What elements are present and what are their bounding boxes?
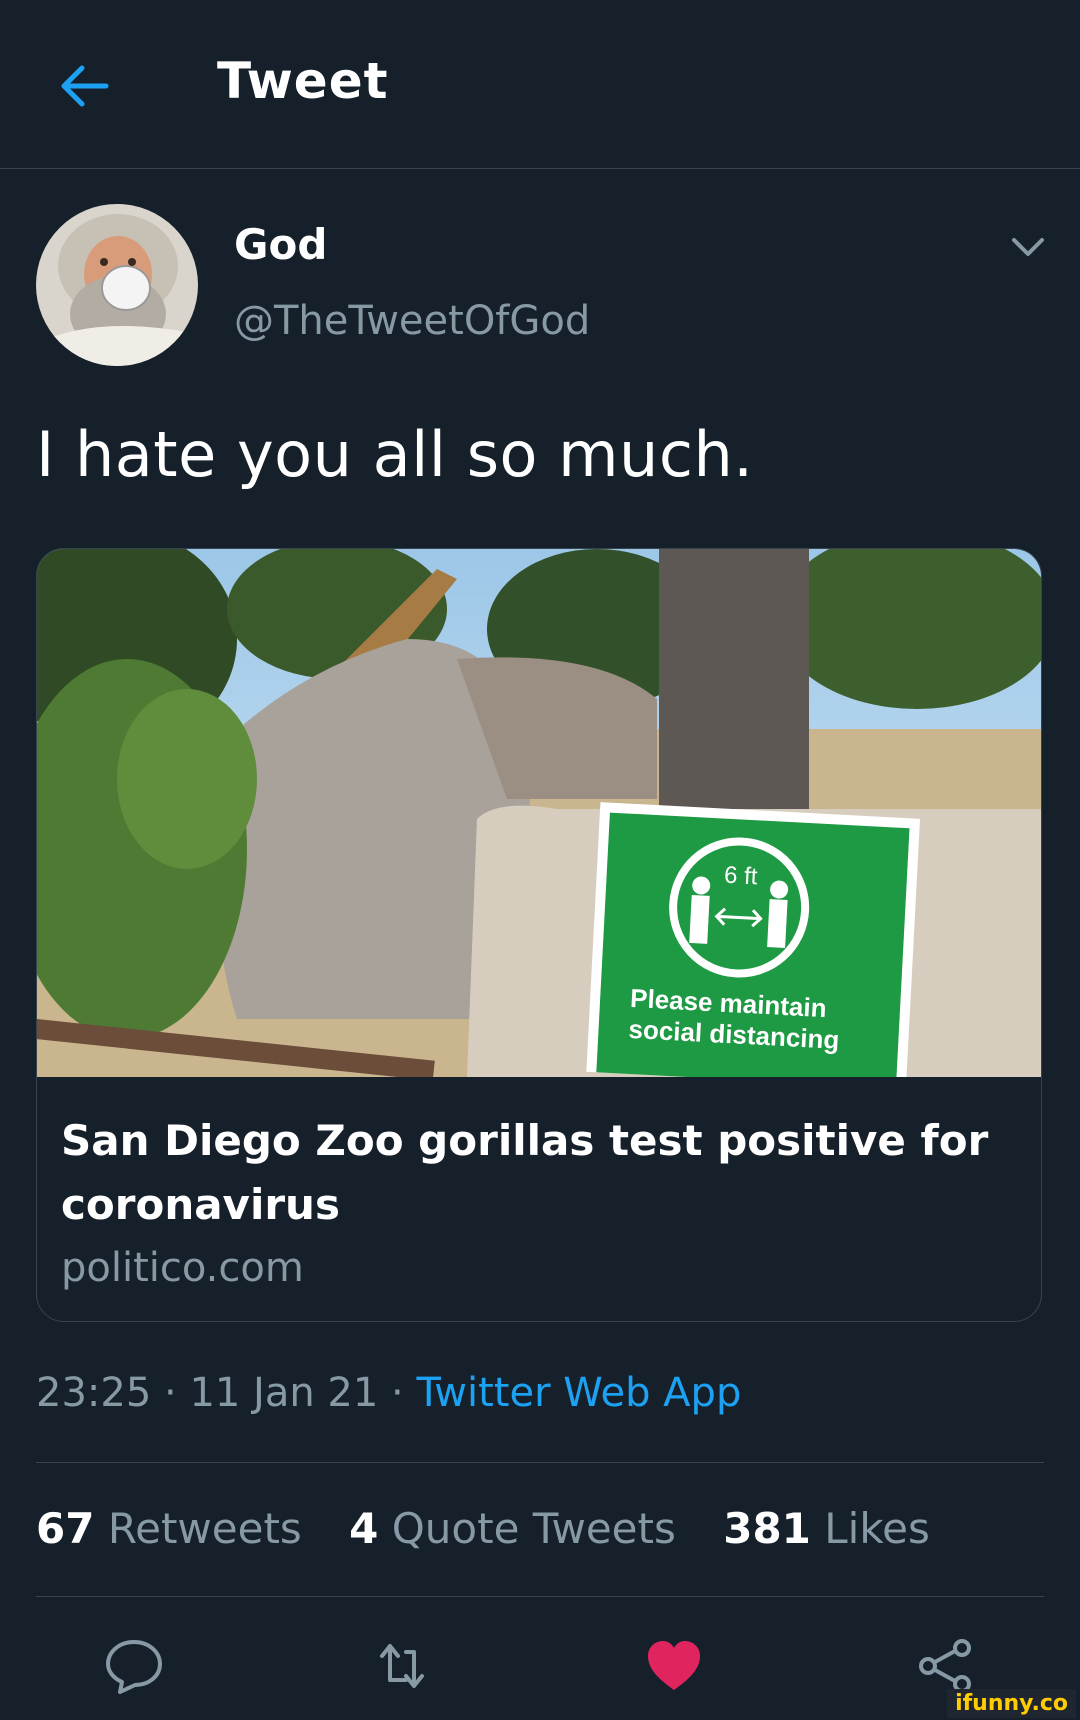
quotes-count: 4 <box>349 1504 379 1553</box>
card-image: 6 ft Please maintain social distancing <box>37 549 1041 1077</box>
meta-separator: · <box>378 1370 417 1416</box>
retweets-count: 67 <box>36 1504 95 1553</box>
tweet-source[interactable]: Twitter Web App <box>416 1370 741 1416</box>
avatar[interactable] <box>36 204 198 366</box>
tweet-meta: 23:25 · 11 Jan 21 · Twitter Web App <box>36 1370 741 1416</box>
divider <box>36 1462 1044 1463</box>
likes-count: 381 <box>723 1504 811 1553</box>
card-title: San Diego Zoo gorillas test positive for… <box>61 1116 989 1229</box>
tweet-date[interactable]: 11 Jan 21 <box>189 1370 378 1416</box>
retweets-label: Retweets <box>107 1504 302 1553</box>
top-bar: Tweet <box>0 0 1080 169</box>
link-card[interactable]: 6 ft Please maintain social distancing S… <box>36 548 1042 1322</box>
share-icon[interactable] <box>916 1636 976 1696</box>
display-name[interactable]: God <box>234 220 327 269</box>
chevron-down-icon[interactable] <box>1010 236 1046 258</box>
watermark: ifunny.co <box>947 1689 1076 1718</box>
heart-icon[interactable] <box>644 1636 704 1696</box>
likes-label: Likes <box>824 1504 930 1553</box>
divider <box>36 1596 1044 1597</box>
quote-tweets-stat[interactable]: 4 Quote Tweets <box>349 1504 676 1553</box>
avatar-image <box>36 204 198 366</box>
reply-icon[interactable] <box>104 1636 164 1696</box>
card-domain: politico.com <box>61 1245 304 1291</box>
tweet-text: I hate you all so much. <box>36 418 754 491</box>
likes-stat[interactable]: 381 Likes <box>723 1504 930 1553</box>
handle[interactable]: @TheTweetOfGod <box>234 298 590 344</box>
retweet-icon[interactable] <box>372 1636 432 1696</box>
quotes-label: Quote Tweets <box>391 1504 676 1553</box>
sign-distance: 6 ft <box>723 862 758 891</box>
tweet-time[interactable]: 23:25 <box>36 1370 151 1416</box>
page-title: Tweet <box>217 52 389 110</box>
retweets-stat[interactable]: 67 Retweets <box>36 1504 302 1553</box>
tweet-stats: 67 Retweets 4 Quote Tweets 381 Likes <box>36 1504 964 1553</box>
meta-separator: · <box>151 1370 190 1416</box>
arrow-left-icon[interactable] <box>56 58 112 114</box>
